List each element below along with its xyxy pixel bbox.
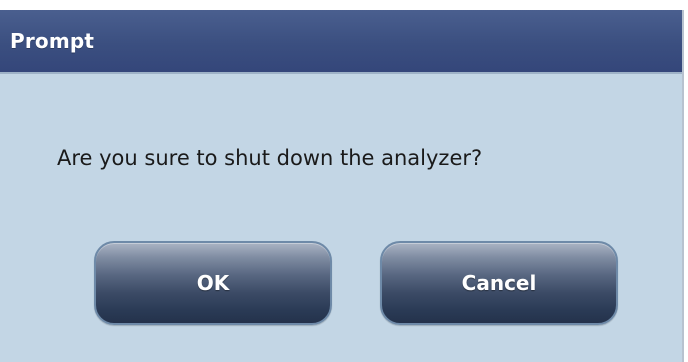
prompt-dialog: Prompt Are you sure to shut down the ana… — [0, 10, 684, 362]
dialog-title: Prompt — [10, 29, 95, 53]
dialog-titlebar: Prompt — [0, 10, 682, 74]
cancel-button-label: Cancel — [461, 271, 537, 295]
cancel-button[interactable]: Cancel — [380, 241, 618, 325]
dialog-body: Are you sure to shut down the analyzer? … — [0, 74, 682, 362]
ok-button[interactable]: OK — [94, 241, 332, 325]
dialog-message: Are you sure to shut down the analyzer? — [57, 146, 483, 170]
ok-button-label: OK — [196, 271, 230, 295]
